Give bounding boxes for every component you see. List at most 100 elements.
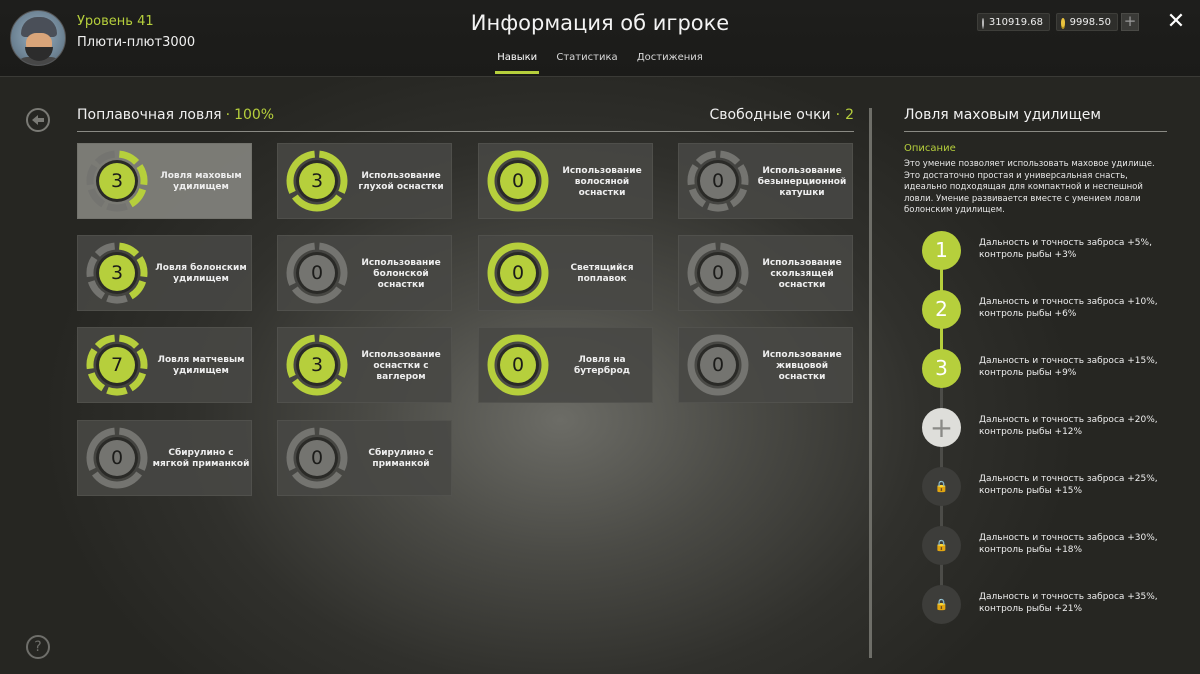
skill-level-value: 7 [110, 354, 124, 376]
skill-progress-ring: 0 [86, 427, 148, 489]
silver-balance: 310919.68 [977, 13, 1050, 31]
category-percent: 100% [234, 107, 275, 123]
help-button[interactable]: ? [26, 635, 50, 659]
free-points: Свободные очки · 2 [709, 107, 854, 123]
skill-progress-ring: 0 [286, 242, 348, 304]
add-currency-button[interactable]: + [1121, 13, 1139, 31]
skill-card[interactable]: 0 Сбирулино с мягкой приманкой [77, 420, 252, 496]
player-name: Плюти-плют3000 [77, 35, 196, 50]
skill-card[interactable]: 0 Использование живцовой оснастки [678, 327, 853, 403]
skill-name: Ловля болонским удилищем [155, 263, 247, 284]
skill-card[interactable]: 3 Ловля болонским удилищем [77, 235, 252, 311]
free-points-label: Свободные очки [709, 107, 831, 123]
skill-card[interactable]: 0 Использование болонской оснастки [277, 235, 452, 311]
skill-level-value: 0 [711, 170, 725, 192]
gold-balance: 9998.50 [1056, 13, 1118, 31]
skill-level-badge: 1 [922, 231, 961, 270]
tab-statistics[interactable]: Статистика [556, 52, 617, 72]
detail-title: Ловля маховым удилищем [904, 107, 1101, 123]
skill-level-value: 0 [511, 262, 525, 284]
skill-progress-ring: 0 [687, 150, 749, 212]
skill-name: Использование глухой оснастки [358, 171, 444, 192]
skill-level-value: 0 [310, 262, 324, 284]
skill-level-badge: 2 [922, 290, 961, 329]
skill-card[interactable]: 0 Сбирулино с приманкой [277, 420, 452, 496]
skill-level-value: 0 [110, 447, 124, 469]
description-text: Это умение позволяет использовать махово… [904, 159, 1155, 215]
skill-level-value: 0 [511, 170, 525, 192]
tabs: Навыки Статистика Достижения [0, 52, 1200, 74]
header: Уровень 41 Плюти-плют3000 Информация об … [0, 0, 1200, 77]
level-bonus-text: Дальность и точность заброса +35%, контр… [979, 592, 1158, 614]
skill-progress-ring: 7 [86, 334, 148, 396]
description-label: Описание [904, 143, 956, 154]
back-button[interactable] [26, 108, 50, 132]
level-bonus-text: Дальность и точность заброса +20%, контр… [979, 415, 1158, 437]
silver-amount: 310919.68 [988, 16, 1043, 28]
lock-icon: 🔒 [922, 467, 961, 506]
skill-progress-ring: 0 [687, 334, 749, 396]
panel-divider [869, 108, 872, 658]
skill-level-value: 3 [310, 354, 324, 376]
skill-card[interactable]: 0 Использование скользящей оснастки [678, 235, 853, 311]
skill-progress-ring: 3 [286, 150, 348, 212]
skill-progress-ring: 0 [487, 150, 549, 212]
skill-level-value: 0 [711, 354, 725, 376]
skill-level-value: 0 [711, 262, 725, 284]
gold-coin-icon [1061, 17, 1065, 27]
gold-amount: 9998.50 [1069, 16, 1111, 28]
divider [77, 131, 854, 132]
skill-name: Использование волосяной оснастки [562, 165, 642, 198]
upgrade-skill-button[interactable]: + [922, 408, 961, 447]
level-bonus-text: Дальность и точность заброса +10%, контр… [979, 297, 1158, 319]
skill-progress-ring: 0 [286, 427, 348, 489]
skill-card[interactable]: 7 Ловля матчевым удилищем [77, 327, 252, 403]
skill-name: Ловля маховым удилищем [160, 171, 242, 192]
skill-card[interactable]: 0 Ловля на бутерброд [478, 327, 653, 403]
skill-level-value: 3 [310, 170, 324, 192]
skill-card[interactable]: 0 Использование безынерционной катушки [678, 143, 853, 219]
skill-card[interactable]: 0 Светящийся поплавок [478, 235, 653, 311]
skill-name: Ловля матчевым удилищем [157, 355, 245, 376]
skill-progress-ring: 3 [286, 334, 348, 396]
skill-level-value: 3 [110, 170, 124, 192]
skill-level-value: 0 [310, 447, 324, 469]
skill-level-badge: 3 [922, 349, 961, 388]
level-bonus-text: Дальность и точность заброса +30%, контр… [979, 533, 1158, 555]
back-arrow-icon [32, 115, 44, 125]
silver-coin-icon [982, 17, 984, 27]
skill-name: Светящийся поплавок [570, 263, 634, 284]
close-icon[interactable]: ✕ [1165, 11, 1187, 33]
lock-icon: 🔒 [922, 585, 961, 624]
skill-card[interactable]: 3 Использование глухой оснастки [277, 143, 452, 219]
skill-name: Использование скользящей оснастки [762, 257, 842, 290]
skill-progress-ring: 3 [86, 150, 148, 212]
lock-icon: 🔒 [922, 526, 961, 565]
skills-grid: 3 Ловля маховым удилищем 3 Использование… [77, 143, 854, 503]
category-name: Поплавочная ловля [77, 107, 222, 123]
skill-progress-ring: 0 [687, 242, 749, 304]
tab-skills[interactable]: Навыки [495, 52, 540, 74]
skill-card[interactable]: 3 Использование оснастки с ваглером [277, 327, 452, 403]
divider [904, 131, 1167, 132]
level-bonus-text: Дальность и точность заброса +25%, контр… [979, 474, 1158, 496]
skill-progress-ring: 3 [86, 242, 148, 304]
skill-name: Использование живцовой оснастки [762, 349, 842, 382]
skill-level-value: 0 [511, 354, 525, 376]
skill-name: Использование болонской оснастки [361, 257, 441, 290]
tab-achievements[interactable]: Достижения [637, 52, 703, 72]
category-title: Поплавочная ловля · 100% [77, 107, 275, 123]
skill-card[interactable]: 3 Ловля маховым удилищем [77, 143, 252, 219]
skill-name: Использование безынерционной катушки [757, 165, 847, 198]
skill-name: Использование оснастки с ваглером [361, 349, 441, 382]
level-bonus-text: Дальность и точность заброса +15%, контр… [979, 356, 1158, 378]
skill-level-value: 3 [110, 262, 124, 284]
free-points-value: 2 [845, 107, 854, 123]
skill-name: Сбирулино с приманкой [368, 448, 434, 469]
skill-progress-ring: 0 [487, 334, 549, 396]
skill-card[interactable]: 0 Использование волосяной оснастки [478, 143, 653, 219]
level-bonus-text: Дальность и точность заброса +5%, контро… [979, 238, 1152, 260]
skill-name: Ловля на бутерброд [573, 355, 631, 376]
skill-progress-ring: 0 [487, 242, 549, 304]
skill-name: Сбирулино с мягкой приманкой [152, 448, 250, 469]
